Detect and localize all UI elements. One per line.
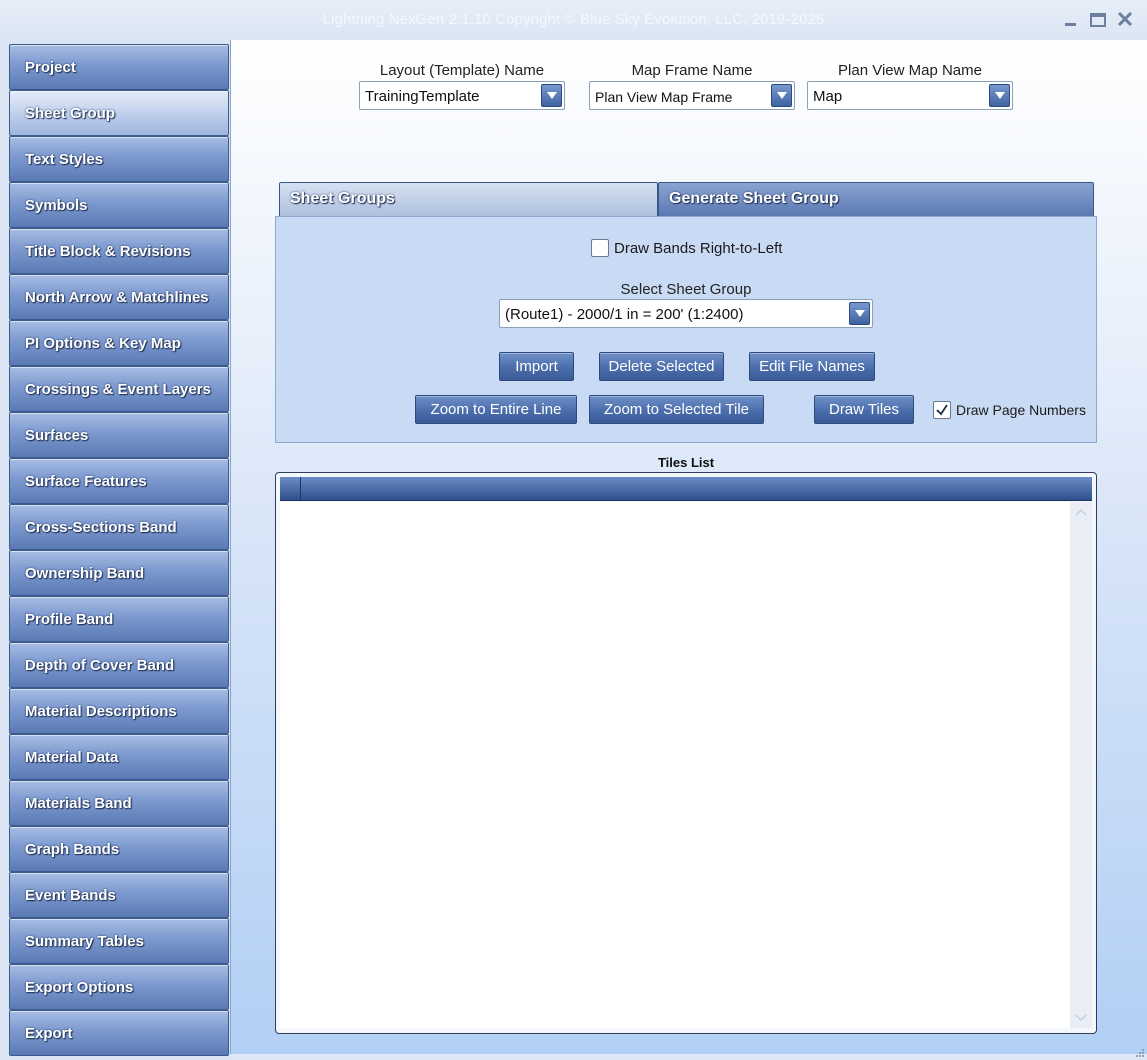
sidebar-item-label: Material Descriptions (25, 703, 177, 720)
window-title: Lightning NexGen 2.1.10 Copyright © Blue… (322, 11, 825, 28)
resize-grip-icon[interactable] (1133, 1046, 1145, 1058)
sidebar-item-export[interactable]: Export (9, 1010, 229, 1056)
sidebar-item-label: Materials Band (25, 795, 132, 812)
sidebar-item-material-data[interactable]: Material Data (9, 734, 229, 780)
sidebar-item-label: North Arrow & Matchlines (25, 289, 209, 306)
map-frame-name-value: Plan View Map Frame (595, 89, 733, 105)
sheet-groups-panel: Draw Bands Right-to-Left Select Sheet Gr… (275, 216, 1097, 443)
tiles-list-grid[interactable] (275, 472, 1097, 1034)
select-sheet-group-select[interactable]: (Route1) - 2000/1 in = 200' (1:2400) (499, 299, 873, 328)
sidebar-item-cross-sections[interactable]: Cross-Sections Band (9, 504, 229, 550)
sidebar-item-label: PI Options & Key Map (25, 335, 181, 352)
sidebar-item-title-block[interactable]: Title Block & Revisions (9, 228, 229, 274)
sidebar-item-surface-features[interactable]: Surface Features (9, 458, 229, 504)
sidebar-item-label: Cross-Sections Band (25, 519, 177, 536)
plan-view-map-name-value: Map (813, 88, 843, 105)
zoom-selected-tile-button[interactable]: Zoom to Selected Tile (589, 395, 764, 424)
row-header-cell[interactable] (280, 477, 301, 500)
sidebar-item-label: Profile Band (25, 611, 114, 628)
sidebar-item-label: Surfaces (25, 427, 89, 444)
draw-page-numbers-checkbox[interactable] (933, 401, 951, 419)
sidebar-item-profile-band[interactable]: Profile Band (9, 596, 229, 642)
sidebar-item-symbols[interactable]: Symbols (9, 182, 229, 228)
tab-label: Sheet Groups (290, 190, 395, 207)
minimize-button[interactable] (1061, 8, 1083, 30)
draw-bands-rtl-label: Draw Bands Right-to-Left (614, 240, 783, 257)
layout-name-value: TrainingTemplate (365, 88, 480, 105)
sidebar-item-label: Symbols (25, 197, 88, 214)
maximize-button[interactable] (1087, 8, 1109, 30)
sidebar-item-sheet-group[interactable]: Sheet Group (9, 90, 229, 136)
chevron-down-icon[interactable] (541, 84, 562, 107)
draw-bands-rtl-checkbox[interactable] (591, 239, 609, 257)
layout-name-label: Layout (Template) Name (379, 62, 545, 79)
sidebar-item-north-arrow[interactable]: North Arrow & Matchlines (9, 274, 229, 320)
sidebar-item-label: Surface Features (25, 473, 147, 490)
map-frame-name-label: Map Frame Name (631, 62, 753, 79)
chevron-down-icon[interactable] (989, 84, 1010, 107)
minimize-icon (1065, 23, 1076, 26)
tiles-list-title: Tiles List (657, 455, 715, 470)
scroll-up-icon (1075, 508, 1087, 516)
close-icon (1117, 11, 1133, 27)
sidebar-item-label: Sheet Group (25, 105, 116, 122)
sidebar-item-ownership-band[interactable]: Ownership Band (9, 550, 229, 596)
chevron-down-icon[interactable] (849, 302, 870, 325)
sidebar-item-export-options[interactable]: Export Options (9, 964, 229, 1010)
select-sheet-group-value: (Route1) - 2000/1 in = 200' (1:2400) (505, 306, 744, 323)
sidebar-item-materials-band[interactable]: Materials Band (9, 780, 229, 826)
sidebar-item-label: Export Options (25, 979, 134, 996)
sidebar-item-project[interactable]: Project (9, 44, 229, 90)
delete-selected-button[interactable]: Delete Selected (599, 352, 724, 381)
sidebar-item-event-bands[interactable]: Event Bands (9, 872, 229, 918)
plan-view-map-name-label: Plan View Map Name (838, 62, 982, 79)
grid-body[interactable] (280, 502, 1070, 1028)
sidebar-item-label: Export (25, 1025, 73, 1042)
sidebar: Project Sheet Group Text Styles Symbols … (0, 40, 230, 1060)
zoom-entire-line-button[interactable]: Zoom to Entire Line (415, 395, 577, 424)
chevron-down-icon[interactable] (771, 84, 792, 107)
scroll-down-icon (1075, 1014, 1087, 1022)
maximize-icon (1090, 13, 1106, 27)
map-frame-name-select[interactable]: Plan View Map Frame (589, 81, 795, 110)
plan-view-map-name-select[interactable]: Map (807, 81, 1013, 110)
vertical-scrollbar[interactable] (1070, 502, 1092, 1028)
sidebar-item-crossings[interactable]: Crossings & Event Layers (9, 366, 229, 412)
sidebar-item-label: Text Styles (25, 151, 104, 168)
main-content: Layout (Template) Name TrainingTemplate … (230, 40, 1147, 1054)
sidebar-item-label: Event Bands (25, 887, 116, 904)
sidebar-item-text-styles[interactable]: Text Styles (9, 136, 229, 182)
tab-label: Generate Sheet Group (669, 190, 839, 207)
draw-tiles-button[interactable]: Draw Tiles (814, 395, 914, 424)
tab-generate-sheet-group[interactable]: Generate Sheet Group (658, 182, 1094, 216)
sidebar-item-label: Material Data (25, 749, 119, 766)
sidebar-item-graph-bands[interactable]: Graph Bands (9, 826, 229, 872)
checkmark-icon (936, 404, 948, 416)
sidebar-item-summary-tables[interactable]: Summary Tables (9, 918, 229, 964)
tab-sheet-groups[interactable]: Sheet Groups (279, 182, 658, 216)
title-bar: Lightning NexGen 2.1.10 Copyright © Blue… (0, 0, 1147, 40)
import-button[interactable]: Import (499, 352, 574, 381)
sidebar-item-material-descriptions[interactable]: Material Descriptions (9, 688, 229, 734)
edit-file-names-button[interactable]: Edit File Names (749, 352, 875, 381)
sidebar-item-label: Crossings & Event Layers (25, 381, 211, 398)
close-button[interactable] (1114, 8, 1136, 30)
sidebar-item-label: Depth of Cover Band (25, 657, 175, 674)
select-sheet-group-label: Select Sheet Group (620, 281, 752, 298)
sidebar-item-label: Summary Tables (25, 933, 144, 950)
sidebar-item-label: Graph Bands (25, 841, 120, 858)
grid-header (280, 477, 1092, 501)
sidebar-item-surfaces[interactable]: Surfaces (9, 412, 229, 458)
sidebar-item-pi-options[interactable]: PI Options & Key Map (9, 320, 229, 366)
sidebar-item-label: Project (25, 59, 76, 76)
layout-name-select[interactable]: TrainingTemplate (359, 81, 565, 110)
sidebar-item-depth-of-cover[interactable]: Depth of Cover Band (9, 642, 229, 688)
draw-page-numbers-label: Draw Page Numbers (956, 402, 1086, 418)
sidebar-item-label: Title Block & Revisions (25, 243, 191, 260)
sidebar-item-label: Ownership Band (25, 565, 145, 582)
